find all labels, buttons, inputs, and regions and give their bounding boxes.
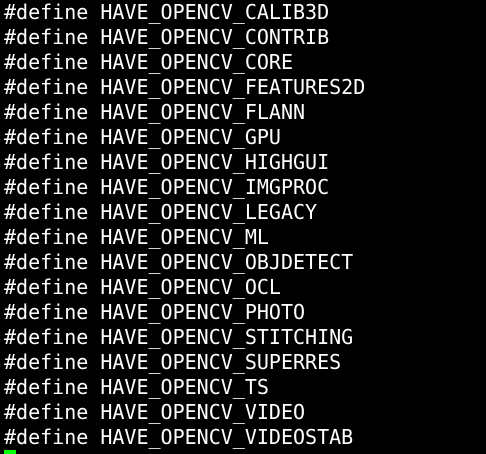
code-line-flann: #define HAVE_OPENCV_FLANN bbox=[4, 100, 306, 124]
code-line-objdetect: #define HAVE_OPENCV_OBJDETECT bbox=[4, 250, 354, 274]
code-line-ml: #define HAVE_OPENCV_ML bbox=[4, 225, 269, 249]
code-line-core: #define HAVE_OPENCV_CORE bbox=[4, 50, 293, 74]
code-line-ts: #define HAVE_OPENCV_TS bbox=[4, 375, 269, 399]
code-line-ocl: #define HAVE_OPENCV_OCL bbox=[4, 275, 281, 299]
code-line-gpu: #define HAVE_OPENCV_GPU bbox=[4, 125, 281, 149]
code-line-contrib: #define HAVE_OPENCV_CONTRIB bbox=[4, 25, 330, 49]
code-line-video: #define HAVE_OPENCV_VIDEO bbox=[4, 400, 306, 424]
code-line-legacy: #define HAVE_OPENCV_LEGACY bbox=[4, 200, 318, 224]
code-line-superres: #define HAVE_OPENCV_SUPERRES bbox=[4, 350, 342, 374]
code-line-highgui: #define HAVE_OPENCV_HIGHGUI bbox=[4, 150, 330, 174]
code-line-photo: #define HAVE_OPENCV_PHOTO bbox=[4, 300, 306, 324]
text-cursor bbox=[4, 450, 16, 454]
code-line-videostab: #define HAVE_OPENCV_VIDEOSTAB bbox=[4, 425, 354, 449]
code-line-stitching: #define HAVE_OPENCV_STITCHING bbox=[4, 325, 354, 349]
code-line-imgproc: #define HAVE_OPENCV_IMGPROC bbox=[4, 175, 330, 199]
code-line-calib3d: #define HAVE_OPENCV_CALIB3D bbox=[4, 0, 330, 24]
terminal-window[interactable]: #define HAVE_OPENCV_CALIB3D #define HAVE… bbox=[0, 0, 486, 454]
code-line-features2d: #define HAVE_OPENCV_FEATURES2D bbox=[4, 75, 366, 99]
